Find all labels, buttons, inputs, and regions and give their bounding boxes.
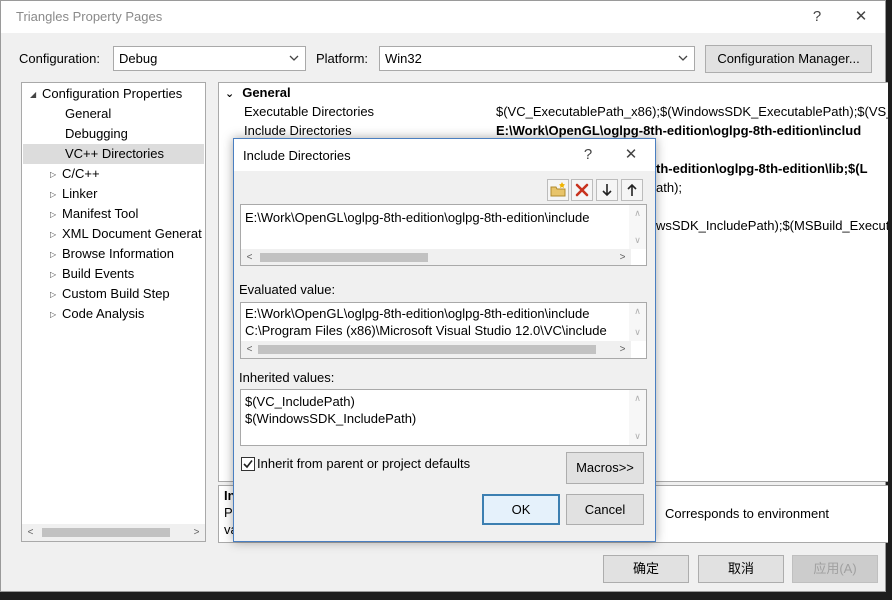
tree-item-custom-build-step[interactable]: ▷ Custom Build Step [50,284,170,304]
scroll-left-icon[interactable]: < [22,524,39,541]
directories-edit-box[interactable]: E:\Work\OpenGL\oglpg-8th-edition\oglpg-8… [240,204,647,266]
delete-icon [575,183,589,197]
collapsed-triangle-icon: ▷ [50,269,57,279]
dialog-title-bar: Include Directories ? ✕ [234,139,655,171]
inherit-checkbox-label[interactable]: Inherit from parent or project defaults [257,456,470,471]
dialog-cancel-button[interactable]: Cancel [566,494,644,525]
scroll-up-icon[interactable]: ∧ [629,205,646,222]
platform-select[interactable]: Win32 [379,46,695,71]
scroll-right-icon[interactable]: > [614,341,631,358]
scroll-down-icon[interactable]: ∨ [629,324,646,341]
platform-value: Win32 [385,51,422,66]
configuration-label: Configuration: [19,51,100,66]
chevron-down-icon [678,55,688,61]
edit-horizontal-scrollbar[interactable]: < > [241,249,631,265]
inherited-values-box: $(VC_IncludePath) $(WindowsSDK_IncludePa… [240,389,647,446]
title-bar: Triangles Property Pages ? ✕ [1,1,885,33]
collapsed-triangle-icon: ▷ [50,229,57,239]
scroll-up-icon[interactable]: ∧ [629,390,646,407]
dialog-title: Include Directories [243,148,351,163]
scroll-up-icon[interactable]: ∧ [629,303,646,320]
include-directories-dialog: Include Directories ? ✕ E:\Work\OpenGL\o… [233,138,656,542]
tree-item-linker[interactable]: ▷ Linker [50,184,97,204]
grid-row-value[interactable]: $(VC_ExecutablePath_x86);$(WindowsSDK_Ex… [496,102,888,121]
move-up-button[interactable] [621,179,643,201]
new-line-button[interactable] [547,179,569,201]
inherited-vertical-scrollbar[interactable]: ∧ ∨ [629,390,646,445]
collapsed-triangle-icon: ▷ [50,209,57,219]
configuration-manager-button[interactable]: Configuration Manager... [705,45,872,73]
inherited-line: $(VC_IncludePath) [245,394,355,409]
delete-line-button[interactable] [571,179,593,201]
expanded-triangle-icon: ◢ [30,89,37,99]
ok-button[interactable]: 确定 [603,555,689,583]
collapsed-triangle-icon: ▷ [50,289,57,299]
apply-button[interactable]: 应用(A) [792,555,878,583]
tree-item-code-analysis[interactable]: ▷ Code Analysis [50,304,144,324]
grid-row-name[interactable]: Executable Directories [244,102,374,121]
tree-item-manifest-tool[interactable]: ▷ Manifest Tool [50,204,138,224]
collapsed-triangle-icon: ▷ [50,249,57,259]
dialog-help-button[interactable]: ? [576,143,600,167]
evaluated-vertical-scrollbar[interactable]: ∧ ∨ [629,303,646,341]
tree-item-c-cpp[interactable]: ▷ C/C++ [50,164,100,184]
scroll-left-icon[interactable]: < [241,249,258,265]
configuration-select[interactable]: Debug [113,46,306,71]
collapsed-triangle-icon: ▷ [50,189,57,199]
arrow-up-icon [627,183,637,196]
description-text: Corresponds to environment [665,506,830,521]
evaluated-value-box: E:\Work\OpenGL\oglpg-8th-edition\oglpg-8… [240,302,647,359]
scroll-right-icon[interactable]: > [188,524,205,541]
tree-item-debugging[interactable]: Debugging [65,124,128,144]
evaluated-value-label: Evaluated value: [239,282,336,297]
evaluated-horizontal-scrollbar[interactable]: < > [241,341,631,358]
scroll-down-icon[interactable]: ∨ [629,428,646,445]
scrollbar-thumb[interactable] [260,253,428,262]
dialog-close-button[interactable]: ✕ [619,143,643,167]
scrollbar-thumb[interactable] [258,345,596,354]
tree-item-vc-directories[interactable]: VC++ Directories [23,144,204,164]
scroll-down-icon[interactable]: ∨ [629,232,646,249]
macros-button[interactable]: Macros>> [566,452,644,484]
directory-entry[interactable]: E:\Work\OpenGL\oglpg-8th-edition\oglpg-8… [245,209,589,226]
new-folder-icon [550,182,566,197]
close-button[interactable]: ✕ [849,5,873,29]
collapsed-triangle-icon: ▷ [50,169,57,179]
tree-item-configuration-properties[interactable]: ◢ Configuration Properties [30,84,182,104]
scrollbar-thumb[interactable] [42,528,170,537]
edit-vertical-scrollbar[interactable]: ∧ ∨ [629,205,646,249]
checkmark-icon [243,460,253,469]
collapsed-triangle-icon: ▷ [50,309,57,319]
inherited-values-label: Inherited values: [239,370,335,385]
scroll-right-icon[interactable]: > [614,249,631,265]
chevron-down-icon [289,55,299,61]
tree-item-browse-information[interactable]: ▷ Browse Information [50,244,174,264]
inherited-line: $(WindowsSDK_IncludePath) [245,411,417,426]
grid-row-value[interactable]: th-edition\oglpg-8th-edition\lib;$(L [656,159,868,178]
grid-row-value[interactable]: wsSDK_IncludePath);$(MSBuild_Executa [656,216,888,235]
tree-item-build-events[interactable]: ▷ Build Events [50,264,134,284]
dialog-ok-button[interactable]: OK [482,494,560,525]
grid-section-general[interactable]: ⌄ General [225,83,291,102]
grid-row-value[interactable]: ath); [656,178,682,197]
arrow-down-icon [602,184,612,197]
evaluated-line: E:\Work\OpenGL\oglpg-8th-edition\oglpg-8… [245,306,590,321]
tree-item-xml-document-generator[interactable]: ▷ XML Document Generat [50,224,202,244]
property-tree: ◢ Configuration Properties General Debugg… [21,82,206,542]
platform-label: Platform: [316,51,369,66]
move-down-button[interactable] [596,179,618,201]
inherit-checkbox[interactable] [241,457,255,471]
evaluated-line: C:\Program Files (x86)\Microsoft Visual … [245,323,607,338]
tree-horizontal-scrollbar[interactable]: < > [22,524,205,541]
expanded-chevron-icon: ⌄ [225,88,235,100]
cancel-button[interactable]: 取消 [698,555,784,583]
configuration-value: Debug [119,51,158,66]
window-title: Triangles Property Pages [16,9,163,24]
tree-item-general[interactable]: General [65,104,111,124]
scroll-left-icon[interactable]: < [241,341,258,358]
help-button[interactable]: ? [805,5,829,29]
